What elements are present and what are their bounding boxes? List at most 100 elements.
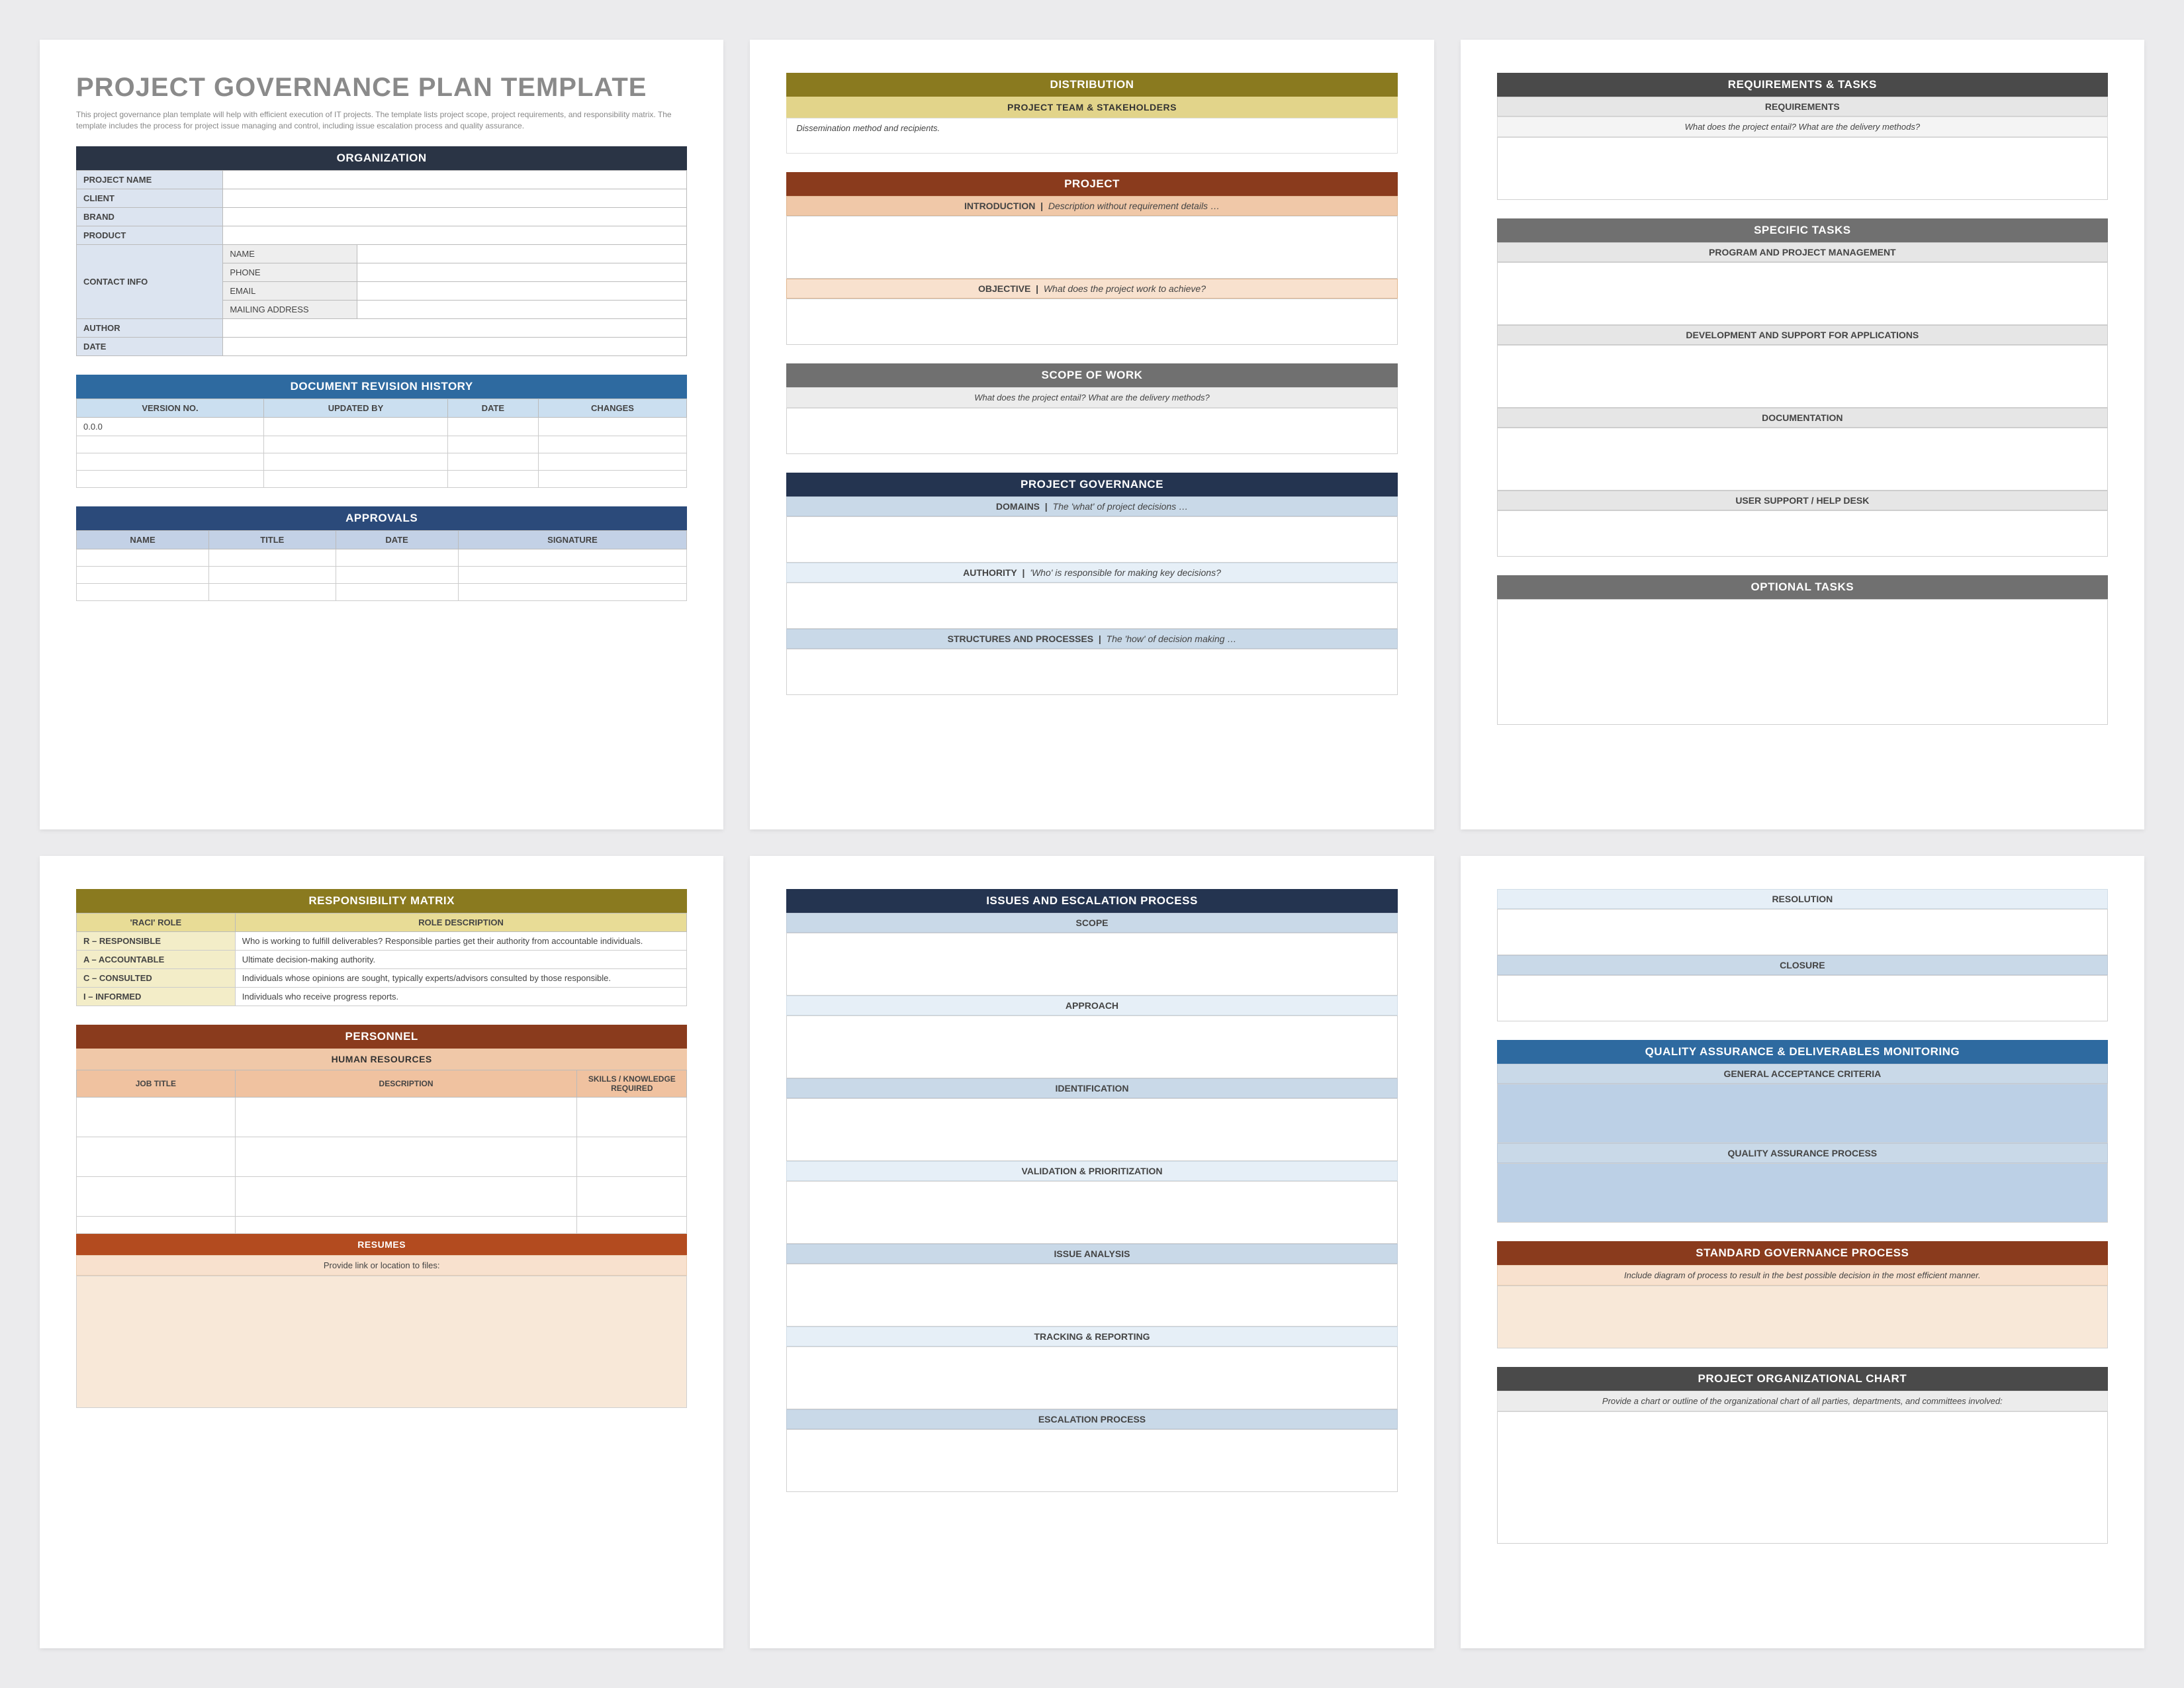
appr-col-title: TITLE (209, 530, 336, 549)
rev-cell[interactable] (538, 417, 687, 436)
org-chart-field[interactable] (1497, 1411, 2108, 1544)
objective-label: OBJECTIVE (978, 283, 1030, 294)
rev-cell[interactable] (77, 470, 264, 487)
team-desc[interactable]: Dissemination method and recipients. (786, 118, 1397, 154)
rev-cell[interactable] (263, 417, 447, 436)
closure-field[interactable] (1497, 975, 2108, 1021)
introduction-field[interactable] (786, 216, 1397, 279)
rev-cell[interactable] (538, 470, 687, 487)
doc-intro: This project governance plan template wi… (76, 109, 687, 132)
field-product[interactable] (223, 226, 687, 244)
task-program-mgmt: PROGRAM AND PROJECT MANAGEMENT (1497, 242, 2108, 262)
issues-scope-field[interactable] (786, 933, 1397, 996)
issues-approach-field[interactable] (786, 1015, 1397, 1078)
issues-analysis-field[interactable] (786, 1264, 1397, 1327)
field-brand[interactable] (223, 207, 687, 226)
issues-validation-field[interactable] (786, 1181, 1397, 1244)
rev-cell[interactable] (448, 470, 539, 487)
optional-tasks-field[interactable] (1497, 599, 2108, 725)
resumes-field[interactable] (76, 1276, 687, 1408)
field-name[interactable] (357, 244, 687, 263)
pers-cell[interactable] (77, 1177, 236, 1217)
issues-scope: SCOPE (786, 913, 1397, 933)
pers-cell[interactable] (235, 1177, 577, 1217)
task-documentation-field[interactable] (1497, 428, 2108, 491)
structures-field[interactable] (786, 649, 1397, 695)
field-project-name[interactable] (223, 170, 687, 189)
appr-cell[interactable] (336, 566, 458, 583)
task-documentation: DOCUMENTATION (1497, 408, 2108, 428)
rev-cell[interactable] (448, 417, 539, 436)
appr-cell[interactable] (209, 566, 336, 583)
authority-field[interactable] (786, 583, 1397, 629)
issues-identification-field[interactable] (786, 1098, 1397, 1161)
rev-cell[interactable] (263, 436, 447, 453)
pers-col-skills: SKILLS / KNOWLEDGE REQUIRED (577, 1070, 687, 1098)
field-email[interactable] (357, 281, 687, 300)
appr-cell[interactable] (336, 549, 458, 566)
rev-cell[interactable] (538, 436, 687, 453)
domains-label: DOMAINS (996, 501, 1040, 512)
task-user-support-field[interactable] (1497, 510, 2108, 557)
issues-header: ISSUES AND ESCALATION PROCESS (786, 889, 1397, 913)
appr-cell[interactable] (209, 583, 336, 600)
pers-cell[interactable] (77, 1098, 236, 1137)
structures-hint: The 'how' of decision making … (1107, 633, 1237, 644)
rev-col-date: DATE (448, 399, 539, 417)
gac-field[interactable] (1497, 1084, 2108, 1143)
scope-field[interactable] (786, 408, 1397, 454)
pers-cell[interactable] (77, 1217, 236, 1234)
raci-desc: Individuals whose opinions are sought, t… (235, 969, 687, 988)
appr-cell[interactable] (209, 549, 336, 566)
pers-cell[interactable] (577, 1177, 687, 1217)
pers-cell[interactable] (77, 1137, 236, 1177)
field-date[interactable] (223, 337, 687, 355)
appr-cell[interactable] (336, 583, 458, 600)
pers-cell[interactable] (577, 1217, 687, 1234)
appr-cell[interactable] (458, 566, 687, 583)
qap-field[interactable] (1497, 1163, 2108, 1223)
pers-cell[interactable] (235, 1137, 577, 1177)
task-program-mgmt-field[interactable] (1497, 262, 2108, 325)
rev-cell[interactable] (263, 453, 447, 470)
domains-field[interactable] (786, 516, 1397, 563)
pers-cell[interactable] (235, 1098, 577, 1137)
rev-cell[interactable] (77, 436, 264, 453)
org-chart-desc: Provide a chart or outline of the organi… (1497, 1391, 2108, 1411)
appr-cell[interactable] (77, 549, 209, 566)
requirements-field[interactable] (1497, 137, 2108, 200)
pers-cell[interactable] (577, 1137, 687, 1177)
issues-tracking-field[interactable] (786, 1346, 1397, 1409)
label-mailing-address: MAILING ADDRESS (223, 300, 357, 318)
field-author[interactable] (223, 318, 687, 337)
resumes-desc: Provide link or location to files: (76, 1255, 687, 1276)
resolution-field[interactable] (1497, 909, 2108, 955)
field-client[interactable] (223, 189, 687, 207)
rev-cell[interactable]: 0.0.0 (77, 417, 264, 436)
authority-hint: 'Who' is responsible for making key deci… (1030, 567, 1221, 578)
structures-subheader: STRUCTURES AND PROCESSES | The 'how' of … (786, 629, 1397, 649)
appr-cell[interactable] (458, 583, 687, 600)
appr-cell[interactable] (77, 583, 209, 600)
objective-hint: What does the project work to achieve? (1044, 283, 1206, 294)
rev-cell[interactable] (448, 453, 539, 470)
doc-title: PROJECT GOVERNANCE PLAN TEMPLATE (76, 73, 687, 103)
appr-cell[interactable] (77, 566, 209, 583)
issues-analysis: ISSUE ANALYSIS (786, 1244, 1397, 1264)
rev-cell[interactable] (538, 453, 687, 470)
rev-cell[interactable] (77, 453, 264, 470)
pers-col-desc: DESCRIPTION (235, 1070, 577, 1098)
appr-cell[interactable] (458, 549, 687, 566)
issues-escalation-field[interactable] (786, 1429, 1397, 1492)
field-phone[interactable] (357, 263, 687, 281)
sgp-field[interactable] (1497, 1286, 2108, 1348)
objective-field[interactable] (786, 299, 1397, 345)
scope-header: SCOPE OF WORK (786, 363, 1397, 387)
pers-cell[interactable] (235, 1217, 577, 1234)
field-mailing-address[interactable] (357, 300, 687, 318)
task-dev-support-field[interactable] (1497, 345, 2108, 408)
intro-hint: Description without requirement details … (1048, 201, 1220, 211)
rev-cell[interactable] (448, 436, 539, 453)
pers-cell[interactable] (577, 1098, 687, 1137)
rev-cell[interactable] (263, 470, 447, 487)
